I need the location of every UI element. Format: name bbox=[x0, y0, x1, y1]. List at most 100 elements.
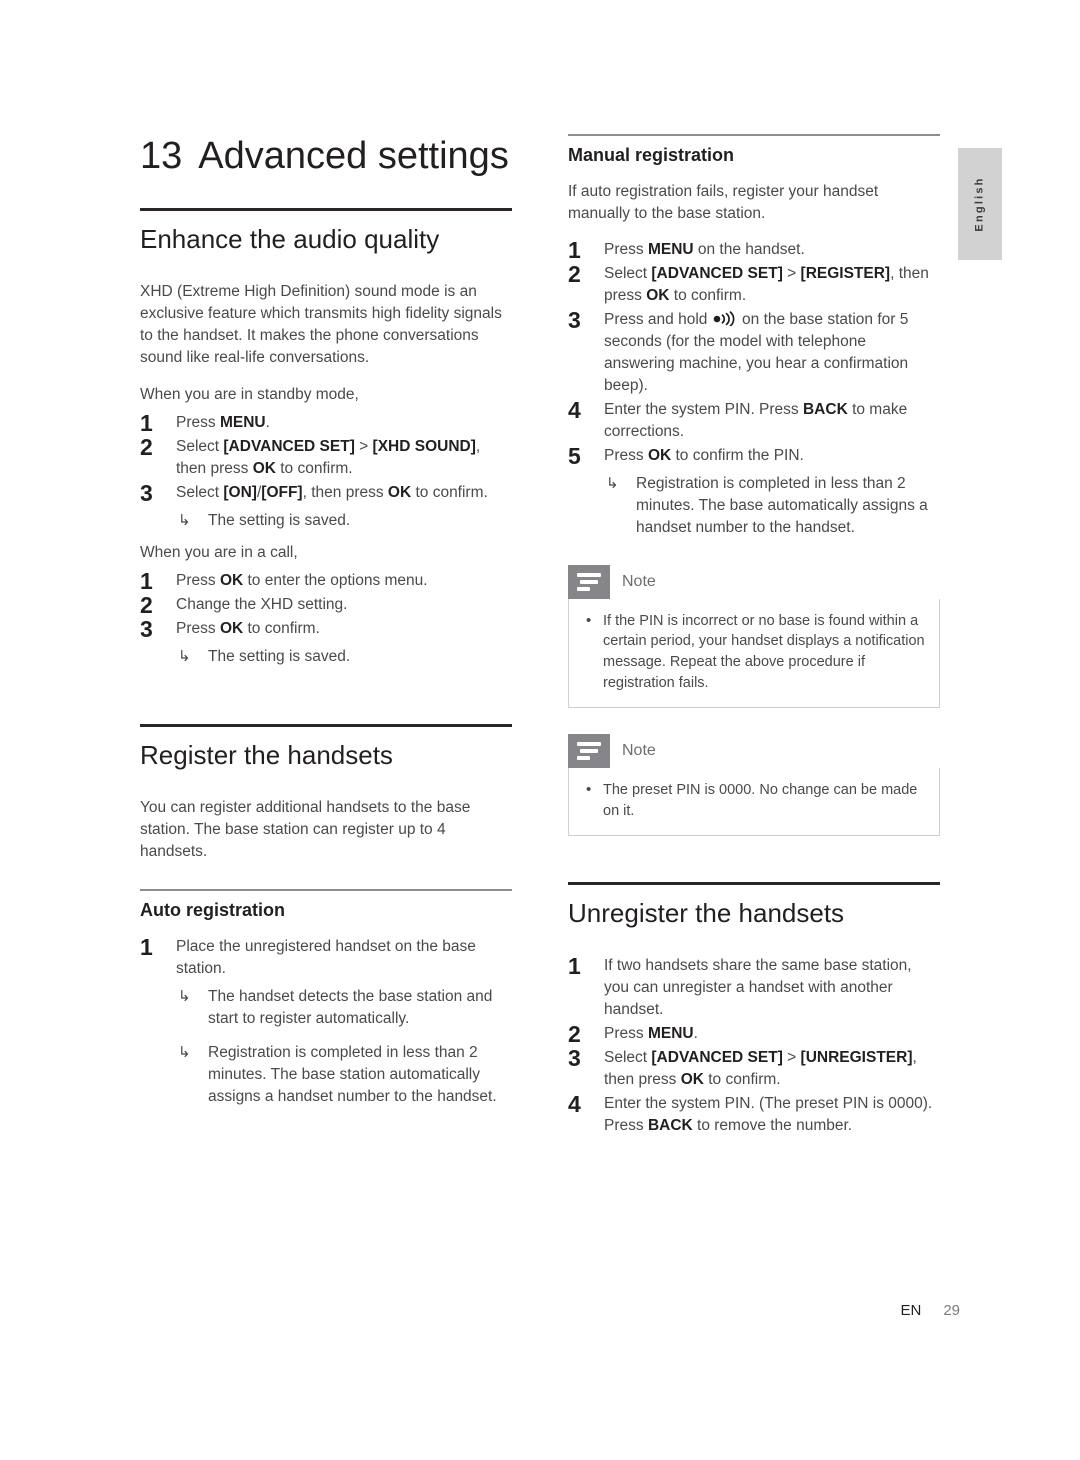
register-intro-paragraph: You can register additional handsets to … bbox=[140, 798, 471, 861]
step-text: Press OK to confirm. bbox=[176, 619, 320, 637]
ui-term: [ON] bbox=[223, 483, 257, 501]
step-item: 1 If two handsets share the same base sta… bbox=[568, 953, 940, 1021]
step-item: 3 Press and hold on the base station for … bbox=[568, 306, 940, 397]
step-text: Select [ADVANCED SET] > [REGISTER], then… bbox=[604, 264, 929, 304]
step-number: 1 bbox=[568, 953, 581, 980]
note-box: Note If the PIN is incorrect or no base i… bbox=[568, 564, 940, 709]
result-arrow-icon: ↳ bbox=[178, 987, 191, 1005]
step-result: ↳ The setting is saved. bbox=[176, 510, 512, 532]
note-icon bbox=[568, 564, 610, 599]
chapter-heading: 13 Advanced settings bbox=[140, 134, 512, 178]
result-arrow-icon: ↳ bbox=[178, 647, 191, 665]
ui-term: BACK bbox=[647, 1117, 693, 1135]
ui-term: OK bbox=[219, 571, 244, 589]
audio-intro-paragraph: XHD (Extreme High Definition) sound mode… bbox=[140, 282, 502, 367]
step-text: Press OK to confirm the PIN. bbox=[604, 446, 804, 464]
document-page: English 13 Advanced settings Enhance the… bbox=[0, 0, 1080, 1460]
language-tab-label: English bbox=[974, 176, 986, 232]
ui-term: [ADVANCED SET] bbox=[223, 437, 355, 455]
step-number: 3 bbox=[140, 615, 153, 642]
ui-term: OK bbox=[680, 1071, 704, 1089]
unregister-steps: 1 If two handsets share the same base sta… bbox=[568, 953, 940, 1137]
section-heading-register: Register the handsets bbox=[140, 739, 393, 770]
note-header: Note bbox=[568, 564, 940, 599]
step-text: Press and hold on the base station for 5… bbox=[604, 310, 909, 394]
result-text: The setting is saved. bbox=[208, 647, 351, 665]
manual-registration-steps: 1 Press MENU on the handset. 2 Select [ADVA… bbox=[568, 237, 940, 539]
step-item: 1 Press MENU. bbox=[140, 410, 512, 436]
step-item: 1 Place the unregistered handset on the b… bbox=[140, 934, 512, 1108]
step-text: Select [ADVANCED SET] > [UNREGISTER], th… bbox=[604, 1049, 917, 1089]
step-text: Place the unregistered handset on the ba… bbox=[176, 937, 476, 977]
step-item: 5 Press OK to confirm the PIN. ↳ Registrati… bbox=[568, 442, 940, 539]
step-number: 2 bbox=[140, 433, 153, 460]
ui-term: [ADVANCED SET] bbox=[651, 1049, 783, 1067]
note-bullet-list: If the PIN is incorrect or no base is fo… bbox=[583, 610, 925, 693]
section-rule bbox=[140, 208, 512, 212]
ui-term: [REGISTER] bbox=[800, 264, 891, 282]
step-number: 5 bbox=[568, 442, 581, 469]
note-box: Note The preset PIN is 0000. No change ca… bbox=[568, 734, 940, 837]
result-arrow-icon: ↳ bbox=[178, 1043, 191, 1061]
section-heading-unregister: Unregister the handsets bbox=[568, 898, 845, 929]
subsection-heading-manual-registration: Manual registration bbox=[568, 145, 735, 165]
step-item: 1 Press MENU on the handset. bbox=[568, 237, 940, 263]
section-rule bbox=[568, 882, 940, 886]
step-item: 2 Change the XHD setting. bbox=[140, 592, 512, 618]
step-number: 3 bbox=[568, 306, 581, 333]
note-icon bbox=[568, 734, 610, 769]
step-item: 2 Press MENU. bbox=[568, 1021, 940, 1047]
left-column: 13 Advanced settings Enhance the audio q… bbox=[140, 134, 512, 1118]
step-result: ↳ The setting is saved. bbox=[176, 646, 512, 668]
step-text: Select [ADVANCED SET] > [XHD SOUND], the… bbox=[176, 437, 481, 477]
note-label: Note bbox=[622, 742, 656, 760]
step-item: 3 Select [ADVANCED SET] > [UNREGISTER], t… bbox=[568, 1045, 940, 1091]
ui-term: [XHD SOUND] bbox=[372, 437, 476, 455]
note-body: If the PIN is incorrect or no base is fo… bbox=[568, 598, 940, 709]
ui-term: OK bbox=[647, 446, 672, 464]
ui-term: [ADVANCED SET] bbox=[651, 264, 783, 282]
page-footer: EN 29 bbox=[0, 1302, 1080, 1319]
step-item: 4 Enter the system PIN. (The preset PIN i… bbox=[568, 1091, 940, 1137]
step-item: 4 Enter the system PIN. Press BACK to mak… bbox=[568, 397, 940, 443]
footer-page-number: 29 bbox=[943, 1302, 960, 1319]
step-text: Press MENU. bbox=[604, 1025, 698, 1043]
ui-term: MENU bbox=[219, 413, 266, 431]
note-header: Note bbox=[568, 734, 940, 769]
step-item: 3 Select [ON]/[OFF], then press OK to con… bbox=[140, 479, 512, 532]
ui-term: OK bbox=[646, 286, 670, 304]
note-label: Note bbox=[622, 572, 656, 590]
step-number: 3 bbox=[568, 1045, 581, 1072]
result-text: The handset detects the base station and… bbox=[208, 987, 493, 1027]
step-text: Enter the system PIN. Press BACK to make… bbox=[604, 400, 908, 440]
step-text: Select [ON]/[OFF], then press OK to conf… bbox=[176, 483, 488, 501]
chapter-number: 13 bbox=[140, 135, 183, 177]
result-text: The setting is saved. bbox=[208, 511, 351, 529]
step-text: Change the XHD setting. bbox=[176, 595, 348, 613]
note-body: The preset PIN is 0000. No change can be… bbox=[568, 768, 940, 837]
section-rule bbox=[140, 723, 512, 727]
manual-intro-paragraph: If auto registration fails, register you… bbox=[568, 182, 879, 222]
ui-term: OK bbox=[219, 619, 244, 637]
paging-icon bbox=[712, 311, 738, 327]
language-tab: English bbox=[958, 148, 1002, 260]
ui-term: MENU bbox=[647, 240, 694, 258]
step-result: ↳ Registration is completed in less than … bbox=[176, 1042, 512, 1108]
note-list: Note If the PIN is incorrect or no base i… bbox=[568, 564, 940, 837]
ui-term: OK bbox=[387, 483, 412, 501]
note-bullet-list: The preset PIN is 0000. No change can be… bbox=[583, 779, 925, 821]
step-text: Press MENU. bbox=[176, 413, 270, 431]
step-result: ↳ The handset detects the base station an… bbox=[176, 986, 512, 1030]
ui-term: [UNREGISTER] bbox=[800, 1049, 913, 1067]
subsection-heading-auto-registration: Auto registration bbox=[140, 900, 286, 921]
note-bullet-item: The preset PIN is 0000. No change can be… bbox=[583, 779, 925, 821]
step-number: 3 bbox=[140, 479, 153, 506]
ui-term: BACK bbox=[802, 400, 848, 418]
footer-locale: EN bbox=[900, 1302, 922, 1319]
ui-term: [OFF] bbox=[261, 483, 303, 501]
step-text: Enter the system PIN. (The preset PIN is… bbox=[604, 1095, 933, 1135]
step-text: Press MENU on the handset. bbox=[604, 240, 805, 258]
step-text: If two handsets share the same base stat… bbox=[604, 957, 912, 1019]
result-arrow-icon: ↳ bbox=[178, 511, 191, 529]
ui-term: MENU bbox=[647, 1025, 694, 1043]
